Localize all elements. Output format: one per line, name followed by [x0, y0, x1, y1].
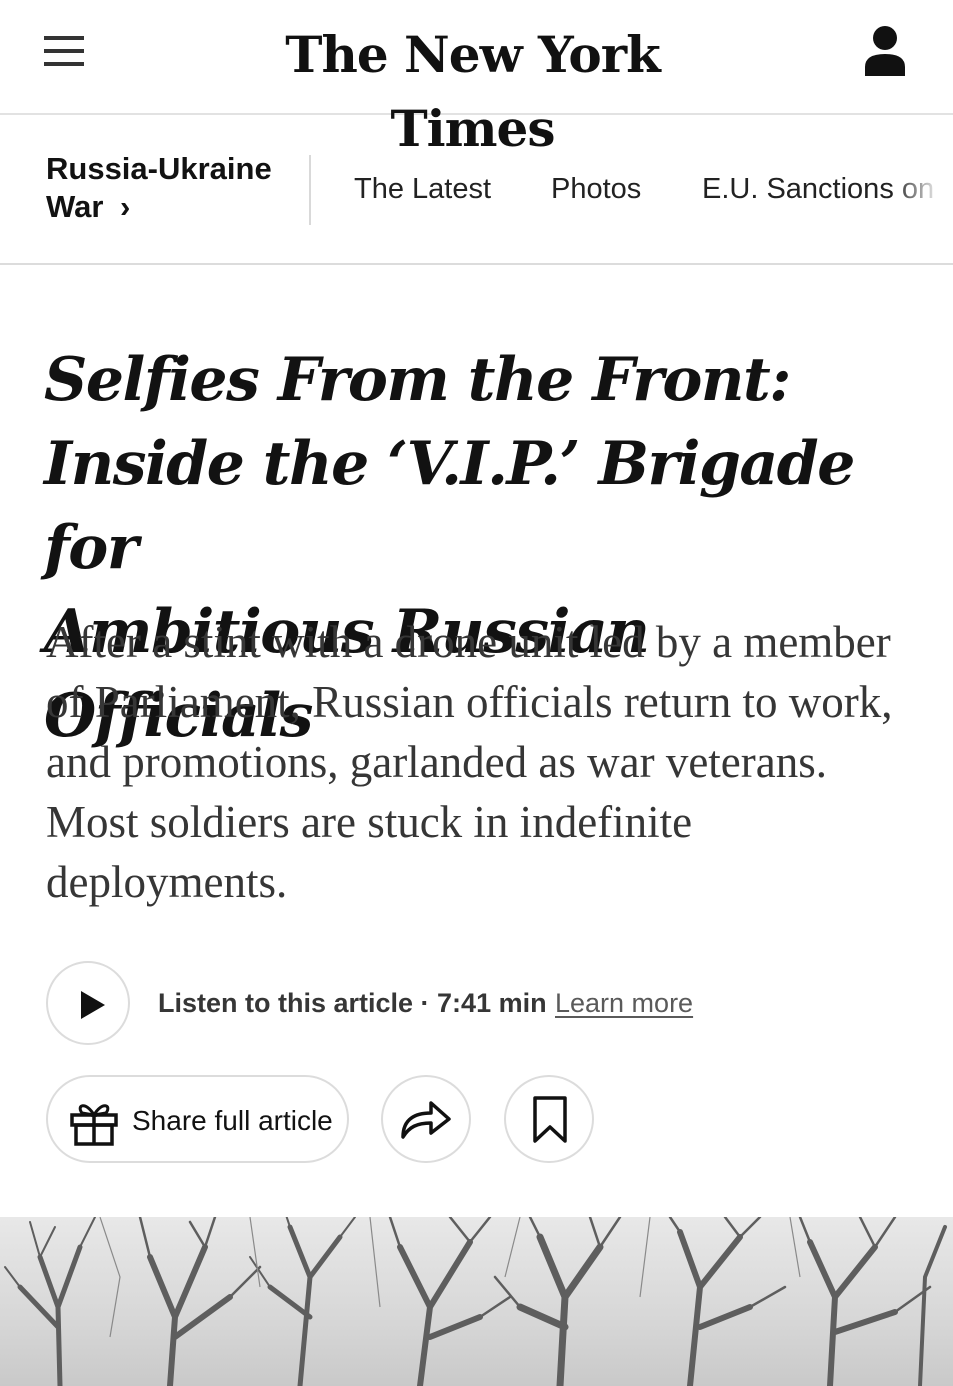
bookmark-icon — [533, 1096, 567, 1143]
section-label-line2-row: War › — [46, 188, 286, 226]
headline-line: Inside the ‘V.I.P.’ Brigade for — [44, 429, 855, 583]
gift-icon — [70, 1104, 118, 1146]
learn-more-link[interactable]: Learn more — [555, 985, 693, 1021]
lead-image-bare-trees — [0, 1217, 953, 1386]
hamburger-menu-icon[interactable] — [44, 36, 84, 68]
play-audio-button[interactable] — [46, 961, 130, 1045]
share-button-label: Share full article — [132, 1105, 333, 1136]
section-navigation: Russia-Ukraine War › The Latest Photos E… — [0, 115, 953, 265]
chevron-right-icon: › — [120, 189, 131, 224]
masthead: The New York Times — [0, 0, 953, 158]
share-arrow-icon — [401, 1101, 451, 1139]
section-label-line2: War — [46, 189, 104, 224]
save-bookmark-button[interactable] — [504, 1075, 594, 1163]
nav-scroll-fade — [893, 135, 953, 245]
bare-trees-illustration — [4, 1217, 947, 1386]
article-page: The New York Times Russia-Ukraine War › … — [0, 0, 953, 1386]
share-button[interactable] — [381, 1075, 471, 1163]
user-account-icon[interactable] — [862, 24, 908, 80]
article-summary: After a stint with a drone unit led by a… — [46, 617, 893, 907]
headline-line: Selfies From the Front: — [44, 345, 791, 415]
nyt-logo[interactable]: The New York Times — [200, 18, 745, 158]
listen-label: Listen to this article · 7:41 min — [158, 988, 547, 1018]
play-icon — [81, 991, 105, 1019]
nav-item-the-latest[interactable]: The Latest — [354, 171, 491, 207]
share-full-article-button[interactable]: Share full article — [46, 1075, 349, 1163]
section-link-russia-ukraine-war[interactable]: Russia-Ukraine War › — [46, 150, 286, 226]
section-label-line1: Russia-Ukraine — [46, 151, 272, 186]
nav-divider — [309, 155, 311, 225]
nav-item-photos[interactable]: Photos — [551, 171, 641, 207]
